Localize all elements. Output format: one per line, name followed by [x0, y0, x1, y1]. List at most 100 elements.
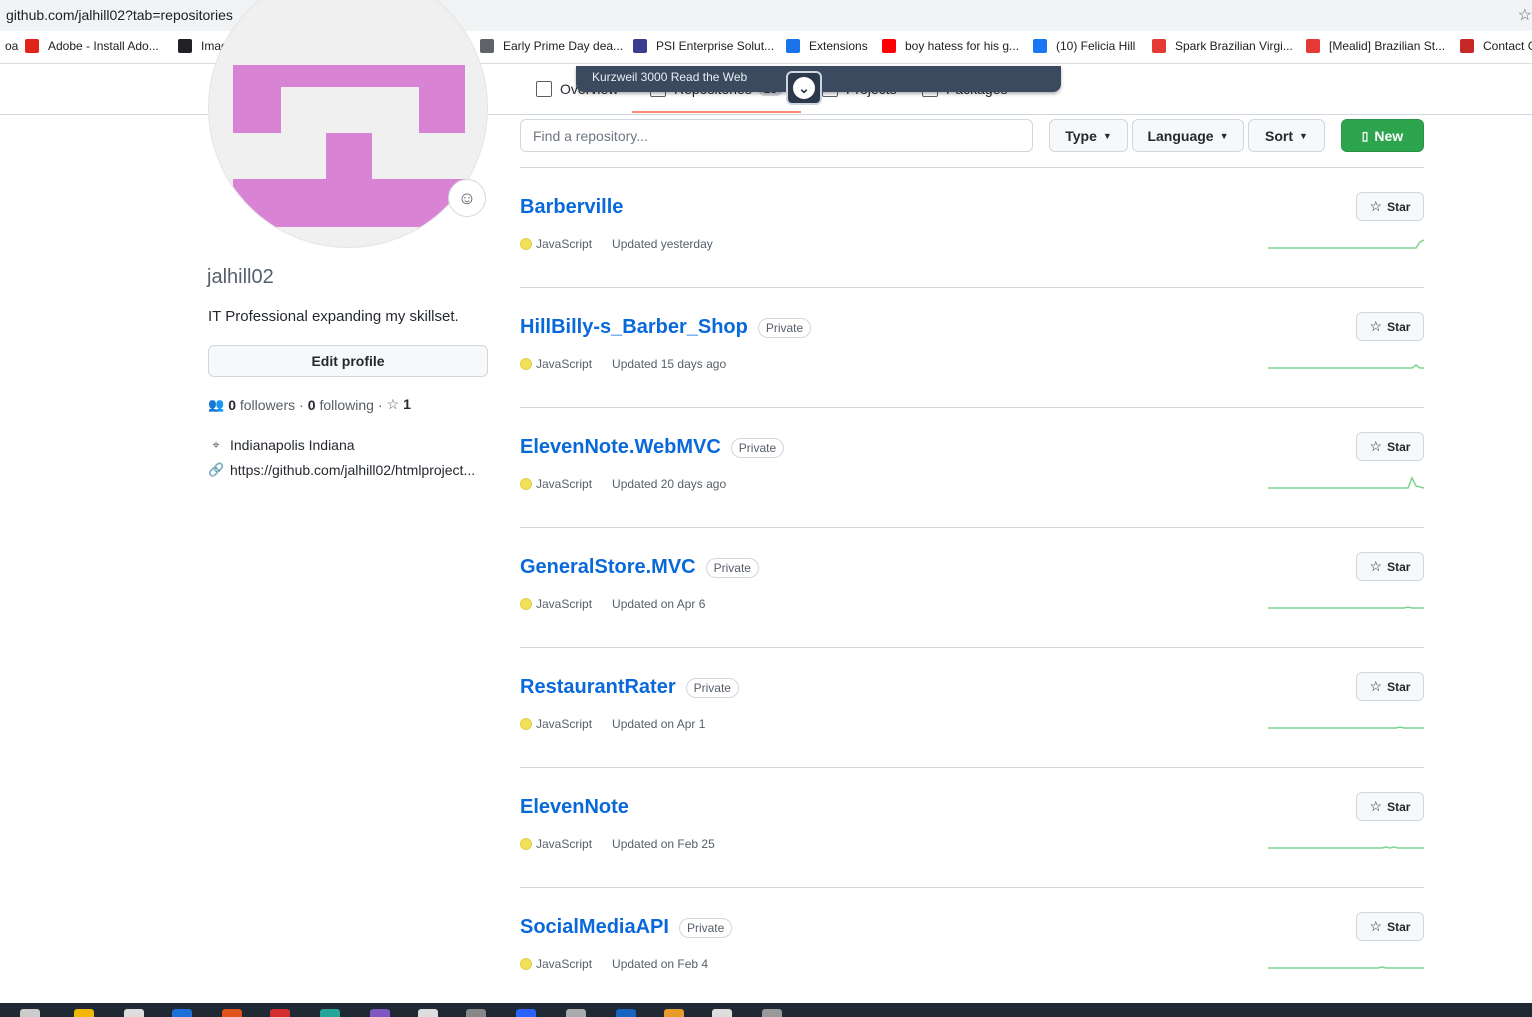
- activity-sparkline: [1268, 846, 1424, 849]
- bookmark-item[interactable]: Extensions: [786, 39, 868, 53]
- bookmark-item[interactable]: Spark Brazilian Virgi...: [1152, 39, 1293, 53]
- kurzweil-label: Kurzweil 3000 Read the Web: [592, 70, 748, 84]
- repo-name-link[interactable]: ElevenNote.WebMVC Private: [520, 436, 785, 459]
- repo-meta: JavaScript Updated yesterday: [520, 237, 713, 251]
- taskbar-app-icon[interactable]: [20, 1009, 40, 1017]
- follow-stats: 👥 0 followers · 0 following · ☆ 1: [208, 396, 411, 413]
- taskbar-app-icon[interactable]: [222, 1009, 242, 1017]
- caret-down-icon: ▼: [1102, 130, 1112, 141]
- bookmark-item[interactable]: (10) Felicia Hill: [1033, 39, 1135, 53]
- profile-location: ⌖ Indianapolis Indiana: [208, 437, 354, 453]
- facebook-icon: [1033, 39, 1047, 53]
- sparkline-path: [1268, 606, 1424, 609]
- new-repository-button[interactable]: ▯ New: [1341, 119, 1424, 152]
- repo-row: RestaurantRater Private JavaScript Updated …: [520, 648, 1424, 768]
- repo-language: JavaScript: [536, 837, 593, 851]
- taskbar-app-icon[interactable]: [516, 1009, 536, 1017]
- star-button[interactable]: ☆ Star: [1356, 192, 1424, 221]
- taskbar-app-icon[interactable]: [320, 1009, 340, 1017]
- repo-language: JavaScript: [536, 717, 593, 731]
- caret-down-icon: ▼: [1299, 130, 1308, 141]
- star-button[interactable]: ☆ Star: [1356, 912, 1424, 941]
- bookmark-item[interactable]: Adobe - Install Ado...: [25, 39, 159, 53]
- kurzweil-toolbar[interactable]: Kurzweil 3000 Read the Web ⌄: [576, 66, 1061, 105]
- shop-icon: [1152, 39, 1166, 53]
- taskbar-app-icon[interactable]: [566, 1009, 586, 1017]
- star-icon: ☆: [1369, 918, 1383, 934]
- avatar[interactable]: [208, 0, 488, 248]
- following-link[interactable]: 0 following: [308, 397, 374, 413]
- address-bar[interactable]: github.com/jalhill02?tab=repositories ☆: [0, 0, 1532, 31]
- taskbar-app-icon[interactable]: [712, 1009, 732, 1017]
- shop-icon: [1306, 39, 1320, 53]
- caret-down-icon: ▼: [1219, 130, 1229, 141]
- repo-language: JavaScript: [536, 957, 593, 971]
- activity-sparkline: [1268, 606, 1424, 609]
- taskbar-app-icon[interactable]: [466, 1009, 486, 1017]
- people-icon: 👥: [208, 396, 225, 412]
- taskbar-app-icon[interactable]: [172, 1009, 192, 1017]
- bookmark-star-icon[interactable]: ☆: [1518, 5, 1532, 25]
- repo-name-link[interactable]: SocialMediaAPI Private: [520, 916, 733, 939]
- repo-row: Barberville JavaScript Updated yesterday ☆ S…: [520, 168, 1424, 288]
- repo-name-link[interactable]: RestaurantRater Private: [520, 676, 739, 699]
- profile-website[interactable]: 🔗 https://github.com/jalhill02/htmlproje…: [208, 462, 475, 478]
- bookmark-item[interactable]: oa: [0, 39, 18, 53]
- language-filter-button[interactable]: Language ▼: [1132, 119, 1244, 152]
- repo-name-link[interactable]: HillBilly-s_Barber_Shop Private: [520, 316, 812, 339]
- taskbar-app-icon[interactable]: [616, 1009, 636, 1017]
- followers-link[interactable]: 0 followers: [228, 397, 295, 413]
- taskbar-app-icon[interactable]: [664, 1009, 684, 1017]
- taskbar-app-icon[interactable]: [270, 1009, 290, 1017]
- taskbar-app-icon[interactable]: [370, 1009, 390, 1017]
- os-taskbar: [0, 1003, 1532, 1017]
- private-badge: Private: [678, 917, 733, 938]
- set-status-button[interactable]: ☺: [448, 179, 486, 217]
- sort-filter-button[interactable]: Sort ▼: [1248, 119, 1325, 152]
- star-button[interactable]: ☆ Star: [1356, 672, 1424, 701]
- tab-selected-underline: [632, 111, 801, 113]
- bookmark-item[interactable]: Early Prime Day dea...: [480, 39, 623, 53]
- repo-meta: JavaScript Updated on Feb 25: [520, 837, 715, 851]
- bookmark-item[interactable]: [Mealid] Brazilian St...: [1306, 39, 1445, 53]
- repo-updated: Updated on Feb 25: [612, 837, 715, 851]
- sparkline-path: [1268, 846, 1424, 849]
- kurzweil-expand-button[interactable]: ⌄: [786, 71, 822, 105]
- taskbar-app-icon[interactable]: [762, 1009, 782, 1017]
- repo-language: JavaScript: [536, 357, 593, 371]
- repo-row: GeneralStore.MVC Private JavaScript Updated…: [520, 528, 1424, 648]
- repo-meta: JavaScript Updated 20 days ago: [520, 477, 726, 491]
- star-button[interactable]: ☆ Star: [1356, 312, 1424, 341]
- repo-row: ElevenNote.WebMVC Private JavaScript Update…: [520, 408, 1424, 528]
- star-button[interactable]: ☆ Star: [1356, 432, 1424, 461]
- type-filter-button[interactable]: Type ▼: [1049, 119, 1128, 152]
- sparkline-path: [1268, 726, 1424, 729]
- bookmark-label: [Mealid] Brazilian St...: [1329, 39, 1446, 53]
- repo-row: ElevenNote JavaScript Updated on Feb 25 ☆ St…: [520, 768, 1424, 888]
- language-color-dot: [520, 958, 532, 970]
- repo-updated: Updated yesterday: [612, 237, 713, 251]
- repo-name-link[interactable]: ElevenNote: [520, 796, 629, 819]
- find-repository-input[interactable]: [520, 119, 1033, 152]
- bookmark-item[interactable]: PSI Enterprise Solut...: [633, 39, 774, 53]
- stars-link[interactable]: ☆ 1: [387, 396, 411, 413]
- taskbar-app-icon[interactable]: [418, 1009, 438, 1017]
- url-text[interactable]: github.com/jalhill02?tab=repositories: [6, 7, 233, 23]
- repo-name-link[interactable]: GeneralStore.MVC Private: [520, 556, 759, 579]
- star-button[interactable]: ☆ Star: [1356, 792, 1424, 821]
- smiley-icon: ☺: [457, 187, 477, 208]
- bookmark-item[interactable]: boy hatess for his g...: [882, 39, 1019, 53]
- star-icon: ☆: [1369, 678, 1383, 694]
- language-color-dot: [520, 718, 532, 730]
- star-icon: ☆: [386, 396, 400, 412]
- repo-name-link[interactable]: Barberville: [520, 196, 623, 219]
- language-color-dot: [520, 838, 532, 850]
- repo-language: JavaScript: [536, 477, 593, 491]
- taskbar-app-icon[interactable]: [74, 1009, 94, 1017]
- repo-updated: Updated on Apr 1: [612, 717, 706, 731]
- private-badge: Private: [730, 437, 785, 458]
- star-button[interactable]: ☆ Star: [1356, 552, 1424, 581]
- taskbar-app-icon[interactable]: [124, 1009, 144, 1017]
- bookmark-item[interactable]: Contact G: [1460, 39, 1532, 53]
- edit-profile-button[interactable]: Edit profile: [208, 345, 488, 377]
